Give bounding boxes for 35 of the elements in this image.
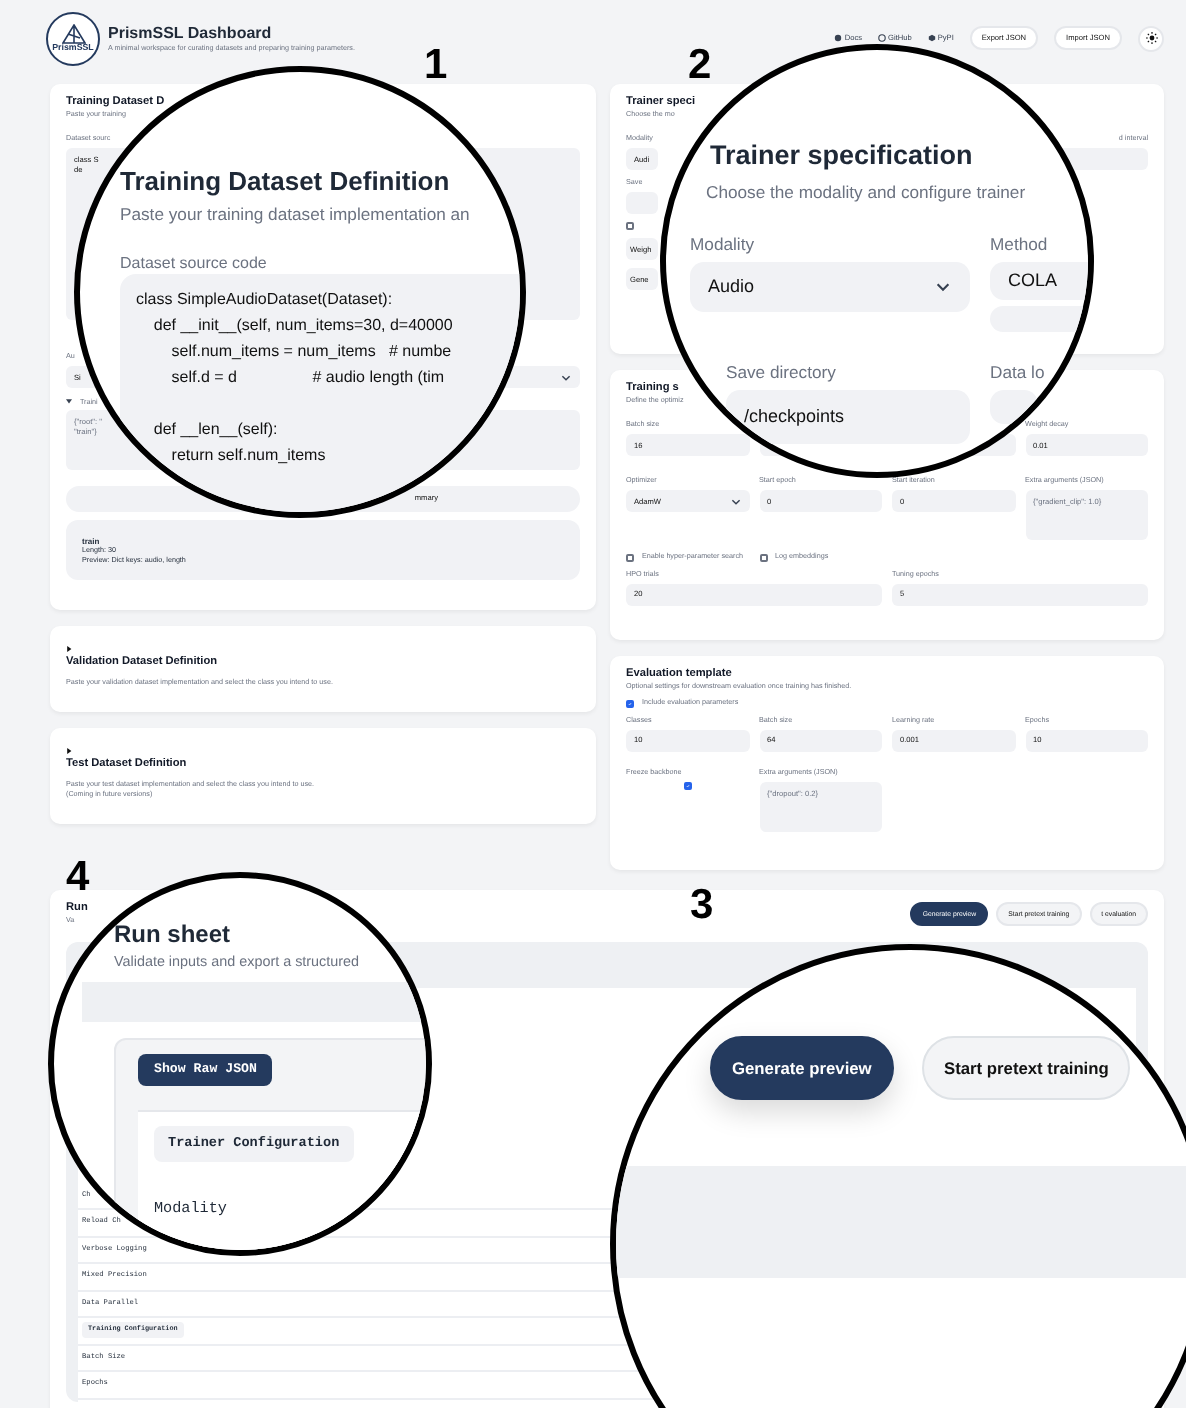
circle-icon [878, 33, 887, 42]
prism-icon [61, 23, 85, 44]
callout-number: 3 [690, 884, 714, 926]
theme-toggle-button[interactable] [1138, 25, 1164, 51]
action-button[interactable]: Generate preview [710, 1036, 894, 1100]
checkbox[interactable] [683, 781, 692, 790]
input-field[interactable] [990, 306, 1088, 332]
select-field[interactable]: Audio [690, 262, 970, 312]
checkbox[interactable] [759, 553, 768, 562]
field-label: Data lo [990, 362, 1045, 384]
input-field[interactable]: /checkpoints [726, 390, 970, 444]
callout-number: 4 [66, 856, 90, 898]
field-label: Method [990, 234, 1048, 256]
card-title: Run sheet [114, 920, 231, 950]
sun-icon [1145, 32, 1157, 44]
input-field[interactable]: COLA [990, 262, 1088, 300]
field-label: Modality [690, 234, 754, 256]
callout-number: 2 [688, 44, 712, 86]
field-label: Save directory [726, 362, 836, 384]
card-title: Trainer specification [710, 140, 973, 174]
field-label: Dataset source code [120, 254, 267, 274]
chevron-down-icon [560, 371, 572, 384]
callout-number: 1 [424, 44, 448, 86]
card-description: Paste your training dataset implementation an [120, 204, 470, 226]
app-title: PrismSSL Dashboard [108, 23, 274, 44]
card-title: Training Dataset Definition [120, 166, 450, 199]
input-field[interactable] [990, 390, 1038, 424]
checkbox[interactable] [626, 699, 634, 708]
chevron-down-icon [729, 495, 741, 508]
dot-icon [834, 33, 843, 42]
action-button[interactable]: Start pretext training [922, 1036, 1131, 1100]
checkbox[interactable] [626, 553, 634, 562]
checkbox[interactable] [626, 222, 634, 231]
chevron-down-icon [934, 278, 952, 296]
card-description: Choose the modality and configure trainer [706, 182, 1026, 204]
